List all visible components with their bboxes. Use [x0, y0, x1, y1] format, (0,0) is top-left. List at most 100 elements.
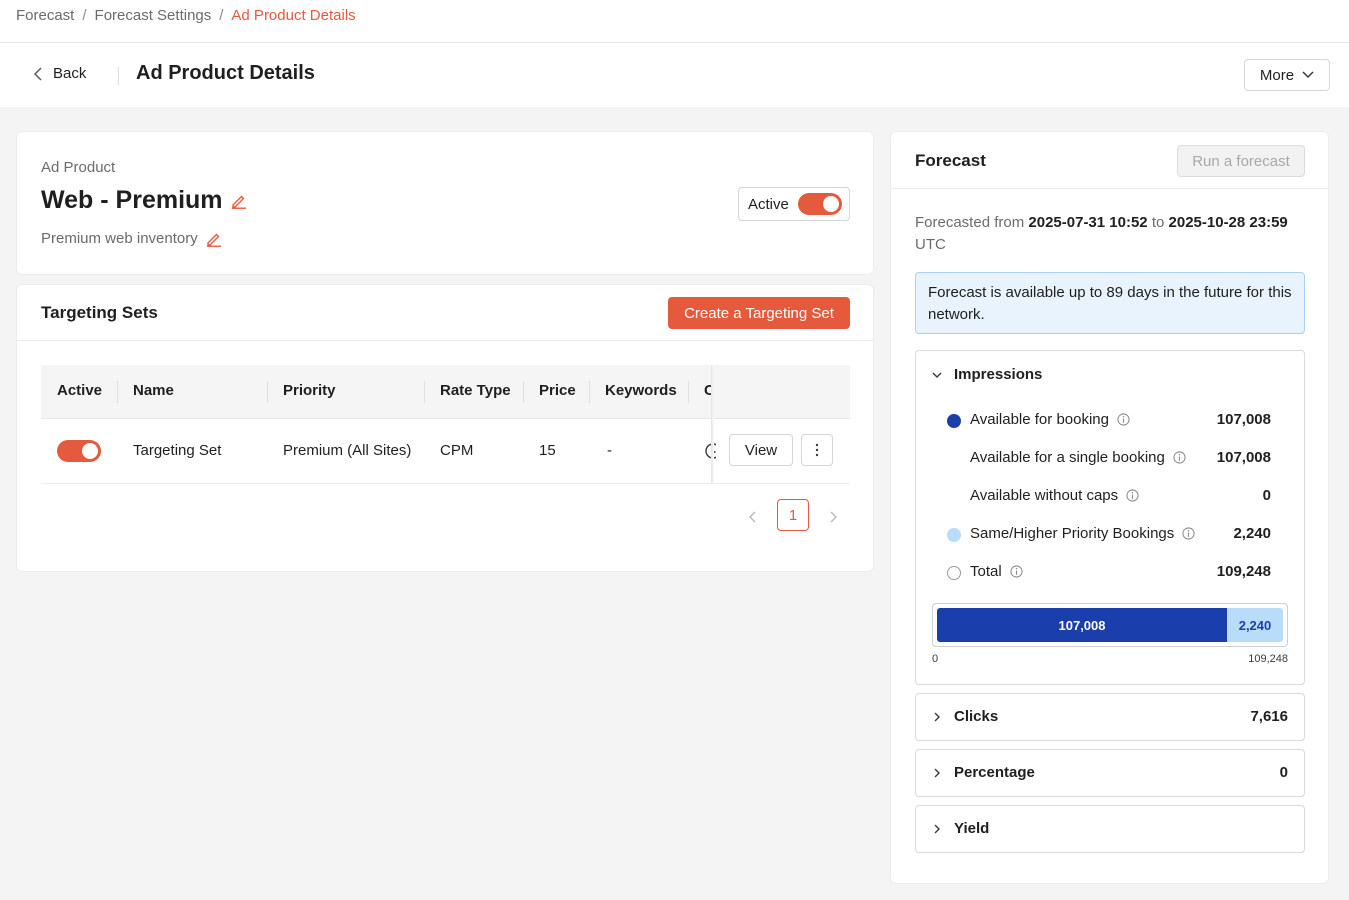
- info-icon[interactable]: [1173, 451, 1186, 464]
- impressions-header[interactable]: Impressions: [932, 366, 1042, 383]
- create-targeting-set-button[interactable]: Create a Targeting Set: [668, 297, 850, 329]
- forecast-range: Forecasted from 2025-07-31 10:52 to 2025…: [915, 212, 1310, 256]
- column-header-keywords[interactable]: Keywords: [605, 382, 677, 399]
- impressions-row-label-wrap: Available for booking: [970, 411, 1130, 428]
- range-end: 2025-10-28 23:59: [1168, 214, 1288, 231]
- ad-product-description-row: Premium web inventory: [41, 230, 222, 247]
- impressions-panel: Impressions Available for booking 107,00…: [915, 350, 1305, 685]
- breadcrumb-separator: /: [82, 7, 87, 24]
- back-button[interactable]: Back: [33, 65, 86, 82]
- header-divider: [118, 67, 119, 85]
- breadcrumb-forecast[interactable]: Forecast: [16, 7, 74, 24]
- chevron-down-icon: [932, 372, 942, 378]
- breadcrumb-separator: /: [219, 7, 224, 24]
- range-prefix: Forecasted from: [915, 214, 1025, 231]
- info-icon[interactable]: [1126, 489, 1139, 502]
- chevron-left-icon: [33, 66, 42, 81]
- targeting-sets-card: Targeting Sets Create a Targeting Set Ac…: [16, 284, 874, 572]
- info-icon[interactable]: [1010, 565, 1023, 578]
- chevron-right-icon: [934, 824, 940, 833]
- percentage-value: 0: [1279, 764, 1288, 781]
- yield-panel[interactable]: Yield: [915, 805, 1305, 853]
- impressions-row: Available for booking 107,008: [947, 411, 1271, 431]
- legend-dot-booking: [947, 414, 961, 428]
- page-title: Ad Product Details: [136, 62, 315, 84]
- view-targeting-set-button[interactable]: View: [729, 434, 793, 466]
- yield-header[interactable]: Yield: [932, 820, 989, 837]
- ad-product-active-control: Active: [738, 187, 850, 221]
- impressions-row-value: 109,248: [1216, 563, 1271, 580]
- clicks-title: Clicks: [954, 708, 999, 725]
- percentage-panel[interactable]: Percentage 0: [915, 749, 1305, 797]
- breadcrumb: Forecast / Forecast Settings / Ad Produc…: [16, 7, 356, 24]
- column-separator: [688, 381, 689, 403]
- targeting-set-priority: Premium (All Sites): [283, 442, 412, 459]
- column-header-active[interactable]: Active: [57, 382, 102, 399]
- column-header-price[interactable]: Price: [539, 382, 576, 399]
- active-label: Active: [748, 195, 789, 213]
- targeting-set-keywords: -: [607, 442, 612, 459]
- column-header-truncated[interactable]: C: [704, 382, 711, 399]
- clicks-panel[interactable]: Clicks 7,616: [915, 693, 1305, 741]
- yield-title: Yield: [954, 820, 990, 837]
- pagination-page-1[interactable]: 1: [777, 499, 809, 531]
- column-header-priority[interactable]: Priority: [283, 382, 336, 399]
- percentage-header[interactable]: Percentage: [932, 764, 1035, 781]
- run-forecast-button[interactable]: Run a forecast: [1177, 145, 1305, 177]
- chevron-down-icon: [1302, 71, 1314, 79]
- impressions-title: Impressions: [954, 366, 1043, 383]
- sticky-column-shadow: [711, 365, 714, 484]
- section-divider: [891, 188, 1328, 189]
- info-icon[interactable]: [1117, 413, 1130, 426]
- impressions-row-value: 0: [1262, 487, 1271, 504]
- impressions-stacked-bar: 107,008 2,240: [937, 608, 1283, 642]
- column-header-name[interactable]: Name: [133, 382, 174, 399]
- edit-name-icon[interactable]: [231, 193, 247, 209]
- impressions-row-label: Same/Higher Priority Bookings: [970, 525, 1175, 542]
- bar-segment-booking: 107,008: [937, 608, 1227, 642]
- breadcrumb-current: Ad Product Details: [231, 7, 356, 24]
- range-to: to: [1151, 214, 1165, 231]
- pagination-prev-icon[interactable]: [745, 509, 761, 525]
- chevron-right-icon: [934, 712, 940, 721]
- forecast-card: Forecast Run a forecast Forecasted from …: [890, 131, 1329, 884]
- impressions-row: Total 109,248: [947, 563, 1271, 583]
- clock-icon: [704, 442, 716, 460]
- impressions-row-label-wrap: Available for a single booking: [970, 449, 1186, 466]
- targeting-set-active-toggle[interactable]: [57, 440, 101, 462]
- clicks-value: 7,616: [1250, 708, 1288, 725]
- impressions-row-value: 2,240: [1233, 525, 1271, 542]
- clicks-header[interactable]: Clicks: [932, 708, 998, 725]
- table-row: Targeting Set Premium (All Sites) CPM 15…: [41, 419, 850, 484]
- ad-product-card: Ad Product Web - Premium Premium web inv…: [16, 131, 874, 275]
- top-bar: Forecast / Forecast Settings / Ad Produc…: [0, 0, 1349, 43]
- column-separator: [424, 381, 425, 403]
- edit-description-icon[interactable]: [206, 231, 222, 247]
- column-header-rate-type[interactable]: Rate Type: [440, 382, 511, 399]
- more-vertical-icon: [815, 443, 819, 457]
- chevron-right-icon: [934, 768, 940, 777]
- targeting-set-rate-type: CPM: [440, 442, 474, 459]
- impressions-row-value: 107,008: [1216, 449, 1271, 466]
- column-separator: [267, 381, 268, 403]
- impressions-row-label: Total: [970, 563, 1002, 580]
- impressions-row: Same/Higher Priority Bookings 2,240: [947, 525, 1271, 545]
- info-icon[interactable]: [1182, 527, 1195, 540]
- impressions-row-value: 107,008: [1216, 411, 1271, 428]
- impressions-row: Available for a single booking 107,008: [947, 449, 1271, 469]
- pagination-next-icon[interactable]: [825, 509, 841, 525]
- ad-product-active-toggle[interactable]: [797, 193, 842, 215]
- breadcrumb-forecast-settings[interactable]: Forecast Settings: [95, 7, 212, 24]
- range-start: 2025-07-31 10:52: [1028, 214, 1148, 231]
- legend-dot-total: [947, 566, 961, 580]
- impressions-row-label: Available for booking: [970, 411, 1109, 428]
- impressions-row-label: Available without caps: [970, 487, 1119, 504]
- impressions-row: Available without caps 0: [947, 487, 1271, 507]
- column-separator: [523, 381, 524, 403]
- more-button[interactable]: More: [1244, 59, 1330, 91]
- row-actions-button[interactable]: [801, 434, 833, 466]
- impressions-row-label: Available for a single booking: [970, 449, 1165, 466]
- targeting-set-price: 15: [539, 442, 556, 459]
- table-header: Active Name Priority Rate Type Price Key…: [41, 365, 850, 419]
- column-separator: [117, 381, 118, 403]
